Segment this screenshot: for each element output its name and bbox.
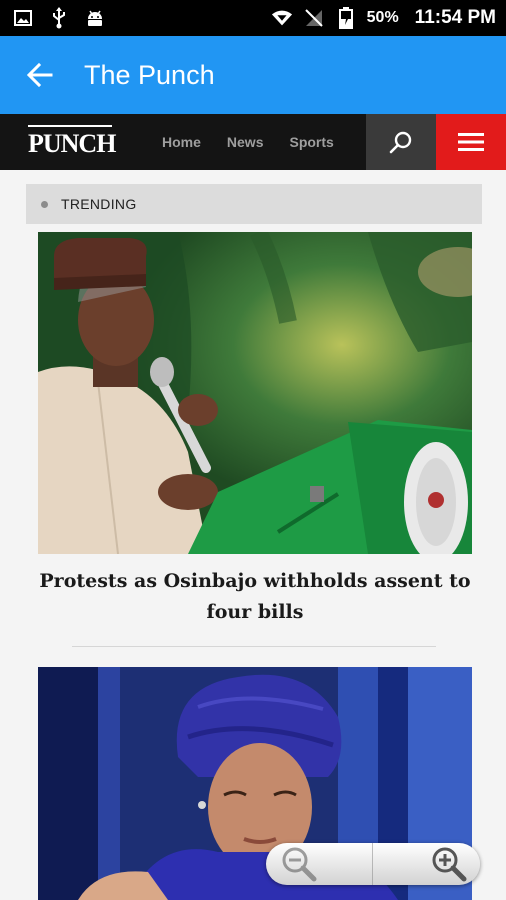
clock: 11:54 PM xyxy=(414,7,496,28)
logo-bar xyxy=(28,125,112,127)
search-button[interactable] xyxy=(366,114,436,170)
zoom-out-icon xyxy=(282,847,317,882)
zoom-in-button[interactable] xyxy=(373,843,480,885)
nav-link-news[interactable]: News xyxy=(227,134,264,150)
status-bar: 50% 11:54 PM xyxy=(0,0,506,36)
man-speaking-at-podium-photo xyxy=(38,232,472,554)
punch-logo[interactable]: PUNCH xyxy=(28,125,116,158)
back-button[interactable] xyxy=(10,45,70,105)
android-icon xyxy=(84,7,106,29)
image-icon xyxy=(12,7,34,29)
trending-dot xyxy=(41,200,48,208)
trending-header: TRENDING xyxy=(26,184,482,224)
app-title: The Punch xyxy=(84,59,215,90)
zoom-controls xyxy=(266,843,480,885)
menu-button[interactable] xyxy=(436,114,506,170)
battery-percent: 50% xyxy=(366,9,399,26)
search-icon xyxy=(389,131,412,154)
hamburger-icon xyxy=(458,133,484,151)
battery-icon xyxy=(335,7,357,29)
article-image[interactable] xyxy=(38,232,472,554)
wifi-icon xyxy=(271,7,293,29)
article-divider xyxy=(72,646,436,647)
logo-text: PUNCH xyxy=(28,129,116,158)
nav-links: Home News Sports xyxy=(162,134,334,150)
no-signal-icon xyxy=(303,7,325,29)
trending-label: TRENDING xyxy=(61,196,137,212)
site-nav-bar: PUNCH Home News Sports xyxy=(0,114,506,170)
usb-icon xyxy=(48,7,70,29)
app-bar: The Punch xyxy=(0,36,506,114)
zoom-in-icon xyxy=(432,847,467,882)
arrow-left-icon xyxy=(27,63,53,87)
nav-link-home[interactable]: Home xyxy=(162,134,201,150)
nav-link-sports[interactable]: Sports xyxy=(289,134,333,150)
zoom-out-button[interactable] xyxy=(266,843,373,885)
article-title[interactable]: Protests as Osinbajo withholds assent to… xyxy=(38,566,472,628)
